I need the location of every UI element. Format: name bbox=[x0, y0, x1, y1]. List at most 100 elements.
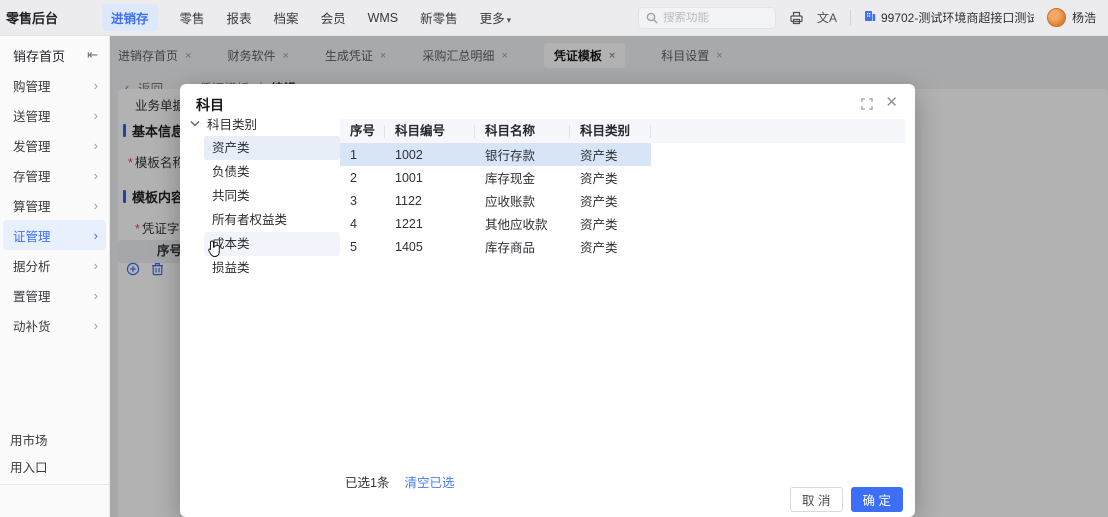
table-cell: 1001 bbox=[395, 170, 423, 185]
divider bbox=[849, 10, 851, 25]
sidebar-app-item[interactable]: 用入口 bbox=[0, 453, 109, 480]
tree-item[interactable]: 负债类 bbox=[204, 160, 340, 184]
top-nav-item[interactable]: 报表 bbox=[227, 8, 252, 27]
tree-items: 资产类 负债类 共同类 所有者权益类 成本类 损益类 bbox=[190, 136, 340, 280]
chevron-right-icon: › bbox=[93, 227, 98, 243]
chevron-right-icon: › bbox=[93, 257, 98, 273]
global-search[interactable] bbox=[637, 6, 776, 29]
table-cell: 资产类 bbox=[580, 172, 618, 186]
sidebar-item-label: 置管理 bbox=[13, 289, 51, 304]
sidebar-collapse-icon[interactable]: ⇤ bbox=[87, 47, 98, 63]
top-bar-right: 文A 99702-测试环境商超接口测试... 杨浩 bbox=[637, 6, 1108, 29]
sidebar-item[interactable]: 置管理 › bbox=[3, 280, 106, 310]
table-cell: 3 bbox=[350, 193, 357, 208]
search-icon bbox=[646, 12, 658, 24]
sidebar-item[interactable]: 存管理 › bbox=[3, 160, 106, 190]
sidebar-app-item[interactable]: 用市场 bbox=[0, 426, 109, 453]
fullscreen-icon[interactable] bbox=[861, 98, 873, 110]
sidebar-item-label: 动补货 bbox=[13, 319, 51, 334]
table-row[interactable]: 4 1221 其他应收款 资产类 bbox=[340, 212, 651, 235]
sidebar-item-label: 送管理 bbox=[13, 109, 51, 124]
sidebar-apps: 用市场 用入口 bbox=[0, 426, 109, 480]
table-cell: 资产类 bbox=[580, 241, 618, 255]
sidebar-item[interactable]: 据分析 › bbox=[3, 250, 106, 280]
table-cell: 资产类 bbox=[580, 218, 618, 232]
app-logo: 零售后台 bbox=[6, 11, 59, 26]
printer-icon[interactable] bbox=[789, 11, 804, 25]
top-nav-item[interactable]: 零售 bbox=[180, 8, 205, 27]
tree-item[interactable]: 所有者权益类 bbox=[204, 208, 340, 232]
top-nav-item[interactable]: 更多 ▾ bbox=[480, 8, 512, 27]
confirm-button[interactable]: 确 定 bbox=[850, 487, 903, 512]
dropdown-caret-icon: ▾ bbox=[506, 15, 512, 25]
table-cell: 银行存款 bbox=[485, 149, 536, 163]
top-nav-item[interactable]: 档案 bbox=[274, 8, 299, 27]
table-cell: 其他应收款 bbox=[485, 218, 548, 232]
user-name: 杨浩 bbox=[1071, 11, 1096, 25]
top-nav-item[interactable]: 会员 bbox=[321, 8, 346, 27]
sidebar-item[interactable]: 销存首页 ⇤ bbox=[3, 40, 106, 70]
top-nav-item[interactable]: 进销存 bbox=[102, 4, 158, 31]
subject-dialog: 科目 ✕ 科目类别 资产类 负债类 共同类 所有者权益类 成本类 损益类 序号 … bbox=[180, 84, 915, 517]
table-cell: 库存商品 bbox=[485, 241, 536, 255]
store-switcher[interactable]: 99702-测试环境商超接口测试... bbox=[864, 9, 1034, 26]
sidebar-item[interactable]: 送管理 › bbox=[3, 100, 106, 130]
table-cell: 1405 bbox=[395, 239, 423, 254]
table-body: 1 1002 银行存款 资产类 2 1001 库存现金 资产类 3 1122 应收账款 资产类 4 122… bbox=[340, 143, 905, 258]
chevron-right-icon: › bbox=[93, 317, 98, 333]
tree-item[interactable]: 损益类 bbox=[204, 256, 340, 280]
sidebar-item[interactable]: 证管理 › bbox=[3, 220, 106, 250]
table-header-row: 序号 科目编号 科目名称 科目类别 bbox=[340, 119, 905, 143]
avatar bbox=[1046, 8, 1066, 27]
sidebar-item[interactable]: 动补货 › bbox=[3, 310, 106, 340]
selection-info: 已选1条 清空已选 bbox=[345, 472, 454, 491]
top-nav-item[interactable]: 新零售 bbox=[420, 8, 458, 27]
tree-item[interactable]: 共同类 bbox=[204, 184, 340, 208]
dialog-footer: 取 消 确 定 bbox=[790, 487, 903, 512]
tree-item[interactable]: 成本类 bbox=[204, 232, 340, 256]
selected-count: 已选1条 bbox=[345, 476, 390, 490]
table-cell: 1 bbox=[350, 147, 357, 162]
tree-root-label: 科目类别 bbox=[207, 117, 258, 132]
sidebar-item-label: 据分析 bbox=[13, 259, 51, 274]
sidebar-item[interactable]: 购管理 › bbox=[3, 70, 106, 100]
top-bar: 零售后台 进销存 零售 报表 档案 会员 WMS 新零售 更多▾ 文A bbox=[0, 0, 1108, 36]
user-menu[interactable]: 杨浩 bbox=[1046, 8, 1096, 27]
subject-category-tree: 科目类别 资产类 负债类 共同类 所有者权益类 成本类 损益类 bbox=[190, 110, 340, 280]
table-cell: 2 bbox=[350, 170, 357, 185]
table-cell: 4 bbox=[350, 216, 357, 231]
tree-item[interactable]: 资产类 bbox=[204, 136, 340, 160]
clear-selection-link[interactable]: 清空已选 bbox=[404, 472, 454, 491]
top-nav: 进销存 零售 报表 档案 会员 WMS 新零售 更多 ▾ bbox=[102, 4, 533, 31]
sidebar-item-label: 发管理 bbox=[13, 139, 51, 154]
sidebar-item[interactable]: 发管理 › bbox=[3, 130, 106, 160]
table-row[interactable]: 3 1122 应收账款 资产类 bbox=[340, 189, 651, 212]
search-input[interactable] bbox=[662, 11, 768, 24]
column-header: 科目名称 bbox=[475, 124, 570, 138]
table-cell: 资产类 bbox=[580, 149, 618, 163]
top-nav-item[interactable]: WMS bbox=[368, 11, 399, 25]
sidebar: 销存首页 ⇤ 购管理 › 送管理 › 发管理 › 存管理 › 算管理 › 证管理 › 据分析 › 置管理 › 动补货… bbox=[0, 36, 110, 517]
table-row[interactable]: 1 1002 银行存款 资产类 bbox=[340, 143, 651, 166]
chevron-right-icon: › bbox=[93, 137, 98, 153]
table-cell: 5 bbox=[350, 239, 357, 254]
sidebar-menu: 销存首页 ⇤ 购管理 › 送管理 › 发管理 › 存管理 › 算管理 › 证管理 › 据分析 › 置管理 › 动补货… bbox=[0, 36, 109, 340]
sidebar-item-label: 证管理 bbox=[13, 229, 51, 244]
close-icon[interactable]: ✕ bbox=[885, 93, 898, 111]
table-row[interactable]: 2 1001 库存现金 资产类 bbox=[340, 166, 651, 189]
translate-icon[interactable]: 文A bbox=[817, 9, 837, 26]
cancel-button[interactable]: 取 消 bbox=[790, 487, 843, 512]
table-cell: 库存现金 bbox=[485, 172, 536, 186]
table-cell: 1122 bbox=[395, 193, 422, 208]
column-header-filler bbox=[651, 125, 905, 138]
column-header: 科目类别 bbox=[570, 124, 651, 138]
subject-table: 序号 科目编号 科目名称 科目类别 1 1002 银行存款 资产类 2 1001 库存现金 资产类 3… bbox=[340, 119, 905, 258]
table-row[interactable]: 5 1405 库存商品 资产类 bbox=[340, 235, 651, 258]
sidebar-item[interactable]: 算管理 › bbox=[3, 190, 106, 220]
table-cell: 1002 bbox=[395, 147, 423, 162]
sidebar-item-label: 算管理 bbox=[13, 199, 51, 214]
divider bbox=[0, 484, 109, 485]
store-name: 99702-测试环境商超接口测试... bbox=[880, 11, 1034, 25]
tree-root-node[interactable]: 科目类别 bbox=[190, 110, 340, 136]
sidebar-item-label: 购管理 bbox=[13, 79, 51, 94]
